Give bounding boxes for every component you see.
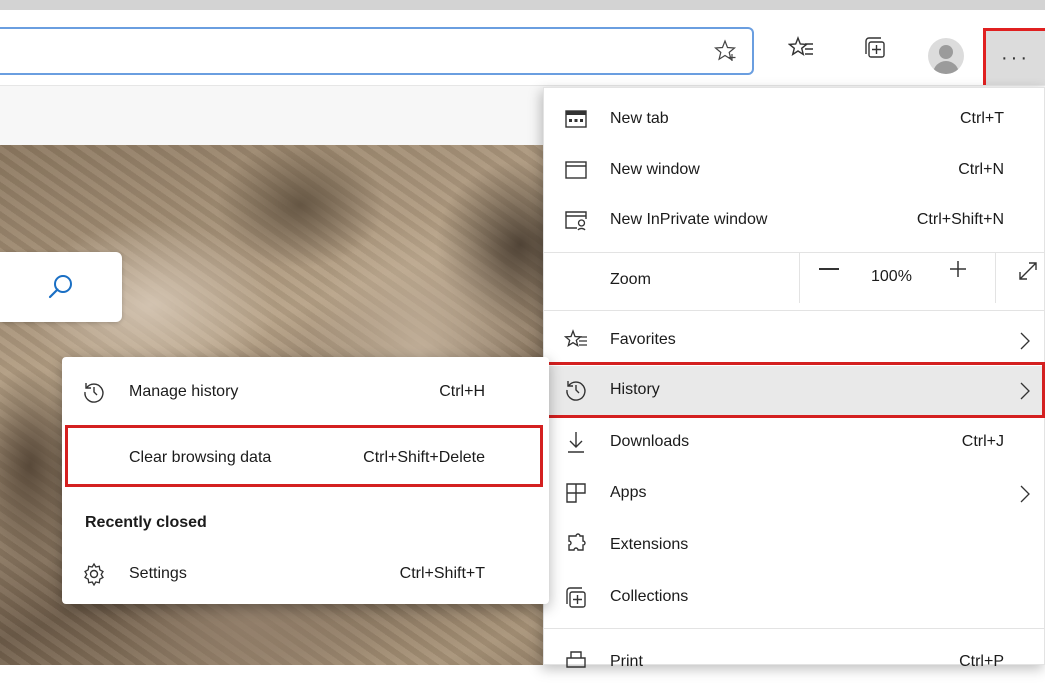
menu-item-label: Favorites bbox=[610, 331, 676, 348]
chevron-right-icon bbox=[1020, 485, 1030, 503]
profile-avatar-icon[interactable] bbox=[928, 38, 964, 74]
menu-separator bbox=[544, 252, 1045, 253]
favorites-icon bbox=[564, 329, 587, 348]
submenu-item-label: Settings bbox=[129, 565, 187, 582]
zoom-divider bbox=[995, 253, 996, 303]
fullscreen-icon[interactable] bbox=[1017, 260, 1039, 282]
menu-item-zoom: Zoom bbox=[544, 256, 1045, 306]
menu-item-shortcut: Ctrl+J bbox=[961, 433, 1004, 450]
gear-icon bbox=[84, 562, 104, 586]
download-icon bbox=[568, 432, 584, 453]
menu-item-label: New InPrivate window bbox=[610, 211, 768, 228]
menu-item-favorites[interactable]: Favorites bbox=[544, 316, 1045, 366]
collections-icon[interactable] bbox=[862, 34, 890, 62]
menu-item-label: Collections bbox=[610, 588, 689, 605]
submenu-item-manage-history[interactable]: Manage history Ctrl+H bbox=[62, 367, 549, 417]
address-bar[interactable] bbox=[0, 27, 754, 75]
window-top-strip bbox=[0, 0, 1045, 10]
menu-item-extensions[interactable]: Extensions bbox=[544, 521, 1045, 571]
chevron-right-icon bbox=[1020, 332, 1030, 350]
menu-item-downloads[interactable]: Downloads Ctrl+J bbox=[544, 418, 1045, 468]
star-add-icon[interactable] bbox=[714, 39, 738, 63]
menu-item-shortcut: Ctrl+Shift+N bbox=[916, 211, 1004, 228]
menu-item-label: Print bbox=[610, 653, 643, 670]
submenu-item-label: Manage history bbox=[129, 383, 239, 400]
zoom-divider bbox=[799, 253, 800, 303]
more-options-button[interactable]: ··· bbox=[983, 28, 1045, 88]
zoom-label: Zoom bbox=[610, 271, 651, 288]
menu-item-label: Extensions bbox=[610, 536, 689, 553]
menu-item-new-tab[interactable]: New tab Ctrl+T bbox=[544, 95, 1045, 145]
menu-item-label: Apps bbox=[610, 484, 647, 501]
recently-closed-heading: Recently closed bbox=[85, 514, 207, 531]
history-submenu: Manage history Ctrl+H Clear browsing dat… bbox=[62, 357, 549, 604]
clear-browsing-data-highlight-outline bbox=[65, 425, 543, 487]
history-icon bbox=[84, 383, 104, 403]
menu-item-new-inprivate-window[interactable]: New InPrivate window Ctrl+Shift+N bbox=[544, 196, 1045, 246]
collections-icon bbox=[566, 587, 586, 608]
search-icon[interactable] bbox=[48, 274, 74, 300]
menu-separator bbox=[544, 310, 1045, 311]
settings-and-more-menu: New tab Ctrl+T New window Ctrl+N New InP… bbox=[543, 87, 1045, 670]
menu-item-shortcut: Ctrl+T bbox=[960, 110, 1004, 127]
submenu-item-shortcut: Ctrl+Shift+T bbox=[399, 565, 485, 582]
print-icon bbox=[566, 651, 586, 668]
avatar-body bbox=[933, 61, 959, 74]
more-options-icon: ··· bbox=[1001, 46, 1030, 69]
new-tab-icon bbox=[565, 110, 587, 128]
menu-item-collections[interactable]: Collections bbox=[544, 573, 1045, 623]
new-window-icon bbox=[565, 161, 587, 179]
menu-item-shortcut: Ctrl+P bbox=[959, 653, 1004, 670]
menu-item-label: New tab bbox=[610, 110, 669, 127]
zoom-level: 100% bbox=[871, 268, 912, 285]
menu-item-new-window[interactable]: New window Ctrl+N bbox=[544, 146, 1045, 196]
apps-icon bbox=[566, 483, 586, 503]
history-highlight-outline bbox=[545, 362, 1045, 418]
zoom-in-button[interactable] bbox=[949, 260, 967, 278]
menu-item-shortcut: Ctrl+N bbox=[958, 161, 1004, 178]
extensions-icon bbox=[568, 533, 586, 551]
zoom-out-button[interactable] bbox=[819, 268, 839, 270]
recently-closed-item[interactable]: Settings Ctrl+Shift+T bbox=[62, 549, 549, 599]
menu-item-apps[interactable]: Apps bbox=[544, 469, 1045, 519]
menu-item-label: New window bbox=[610, 161, 700, 178]
menu-item-print[interactable]: Print Ctrl+P bbox=[544, 638, 1045, 688]
avatar-head bbox=[939, 45, 953, 59]
favorites-icon[interactable] bbox=[788, 34, 816, 62]
submenu-item-shortcut: Ctrl+H bbox=[439, 383, 485, 400]
inprivate-window-icon bbox=[565, 211, 587, 231]
menu-separator bbox=[544, 628, 1045, 629]
page-search-box[interactable] bbox=[0, 252, 122, 322]
menu-item-label: Downloads bbox=[610, 433, 690, 450]
